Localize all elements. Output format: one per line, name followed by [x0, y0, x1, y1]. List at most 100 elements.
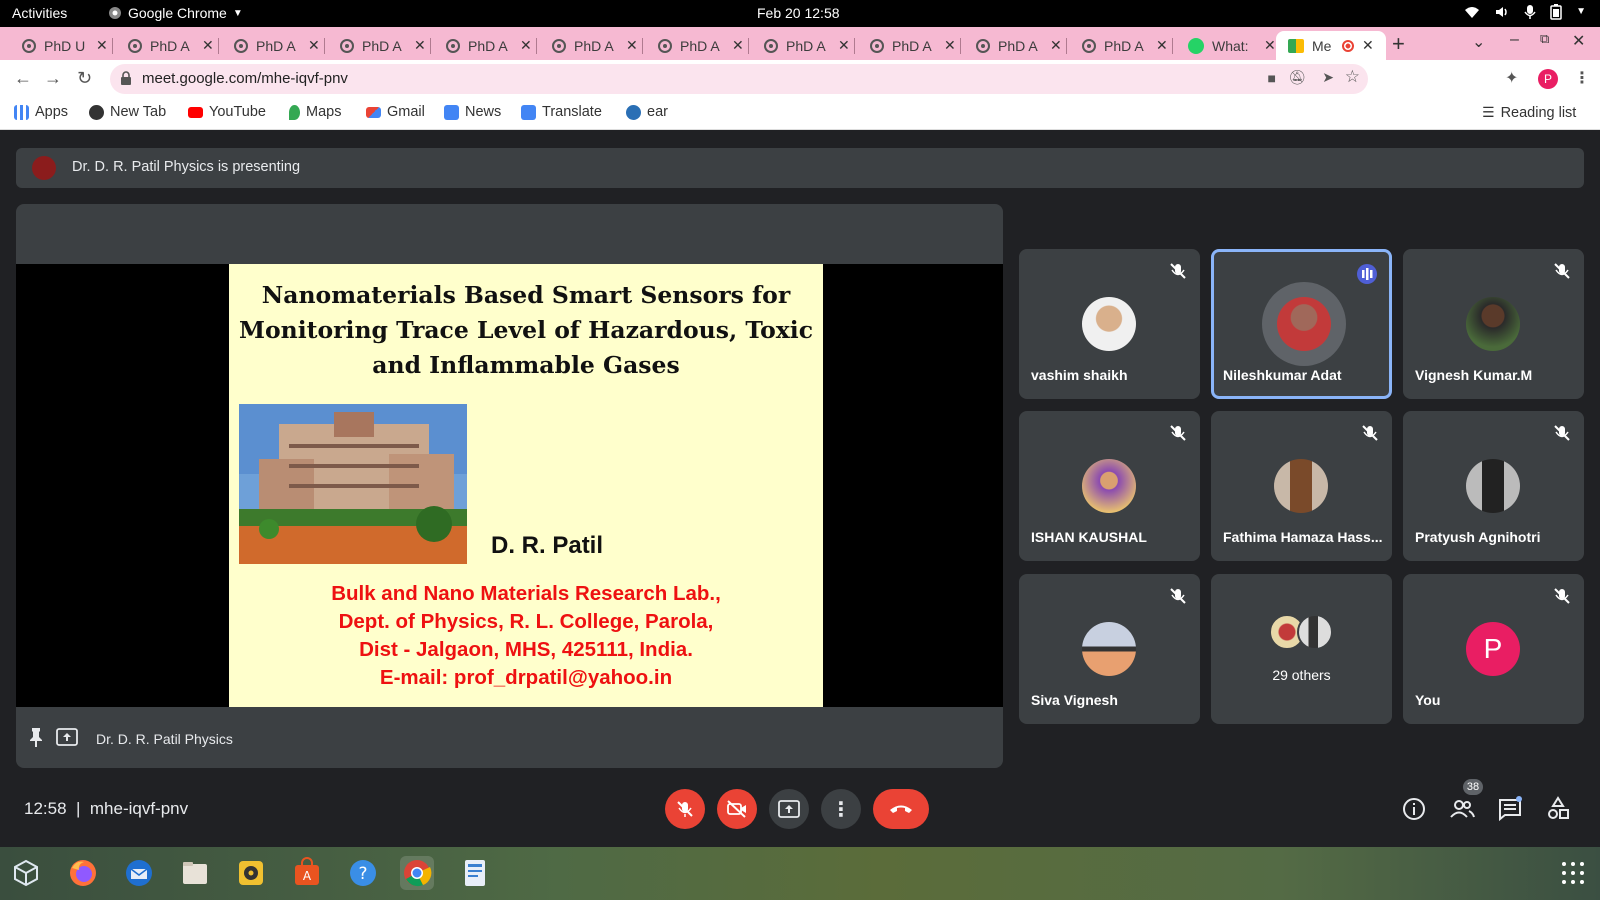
- bookmark-ear[interactable]: ear: [626, 104, 668, 120]
- bookmark-new-tab[interactable]: New Tab: [89, 104, 166, 120]
- tab-title: PhD U: [44, 37, 86, 54]
- browser-tab[interactable]: PhD A ✕: [116, 31, 219, 60]
- toggle-mic-button[interactable]: [665, 789, 705, 829]
- participant-tile-speaking[interactable]: Nileshkumar Adat: [1211, 249, 1392, 399]
- firefox-icon[interactable]: [66, 856, 100, 890]
- system-tray[interactable]: ▼: [1464, 4, 1586, 20]
- participant-tile[interactable]: Fathima Hamaza Hass...: [1211, 411, 1392, 561]
- files-icon[interactable]: [178, 856, 212, 890]
- bookmark-translate[interactable]: Translate: [521, 104, 602, 120]
- close-icon[interactable]: ✕: [732, 37, 744, 54]
- browser-tab-whatsapp[interactable]: What: ✕: [1176, 31, 1279, 60]
- bookmark-youtube[interactable]: YouTube: [188, 104, 266, 120]
- reading-list-icon: ☰: [1482, 104, 1495, 120]
- present-screen-icon: [778, 800, 800, 818]
- more-options-button[interactable]: ⋮: [821, 789, 861, 829]
- new-tab-button[interactable]: +: [1392, 31, 1405, 57]
- tab-title: PhD A: [468, 37, 508, 54]
- software-center-icon[interactable]: A: [290, 856, 324, 890]
- globe-icon: [234, 38, 248, 53]
- close-icon[interactable]: ✕: [202, 37, 214, 54]
- volume-icon: [1496, 7, 1507, 17]
- close-icon[interactable]: ✕: [308, 37, 320, 54]
- close-icon[interactable]: ✕: [1362, 37, 1374, 54]
- chrome-icon[interactable]: [400, 856, 434, 890]
- people-icon[interactable]: [1448, 795, 1476, 823]
- browser-tab[interactable]: PhD A ✕: [858, 31, 961, 60]
- self-tile[interactable]: P You: [1403, 574, 1584, 724]
- chat-icon[interactable]: [1496, 795, 1524, 823]
- presentation-tile[interactable]: Nanomaterials Based Smart Sensors for Mo…: [16, 204, 1003, 768]
- back-arrow-icon[interactable]: ←: [14, 68, 32, 89]
- close-icon[interactable]: ✕: [520, 37, 532, 54]
- present-now-button[interactable]: [769, 789, 809, 829]
- app-menu[interactable]: Google Chrome ▼: [108, 5, 243, 21]
- restore-button[interactable]: ⧉: [1540, 31, 1549, 47]
- forward-arrow-icon[interactable]: →: [44, 68, 62, 89]
- participant-name: Siva Vignesh: [1031, 692, 1118, 708]
- meeting-details-icon[interactable]: [1400, 795, 1428, 823]
- participant-tile[interactable]: Siva Vignesh: [1019, 574, 1200, 724]
- tab-title: PhD A: [1104, 37, 1144, 54]
- minimize-button[interactable]: –: [1510, 31, 1519, 49]
- browser-tab[interactable]: PhD A ✕: [752, 31, 855, 60]
- bookmark-news[interactable]: News: [444, 104, 501, 120]
- thunderbird-icon[interactable]: [122, 856, 156, 890]
- browser-tab[interactable]: PhD A ✕: [222, 31, 325, 60]
- browser-tab[interactable]: PhD U ✕: [10, 31, 113, 60]
- text-editor-icon[interactable]: [458, 856, 492, 890]
- bookmark-apps[interactable]: Apps: [14, 104, 68, 120]
- browser-tab[interactable]: PhD A ✕: [646, 31, 749, 60]
- camera-icon[interactable]: ■: [1268, 70, 1276, 86]
- globe-icon: [552, 38, 566, 53]
- participant-tile[interactable]: Vignesh Kumar.M: [1403, 249, 1584, 399]
- rhythmbox-icon[interactable]: [234, 856, 268, 890]
- leave-call-button[interactable]: [873, 789, 929, 829]
- window-close-button[interactable]: ✕: [1572, 31, 1585, 51]
- reload-icon[interactable]: ↻: [77, 68, 92, 89]
- browser-tab[interactable]: PhD A ✕: [540, 31, 643, 60]
- browser-tab[interactable]: PhD A ✕: [964, 31, 1067, 60]
- kebab-menu-icon[interactable]: ⋮: [1574, 68, 1590, 88]
- browser-tab-meet-active[interactable]: Me ✕: [1276, 31, 1386, 60]
- camera-off-icon: [727, 800, 746, 818]
- browser-tab[interactable]: PhD A ✕: [328, 31, 431, 60]
- lock-icon: [121, 71, 131, 85]
- activities-shapes-icon[interactable]: [1544, 795, 1572, 823]
- show-applications-icon[interactable]: [1556, 856, 1590, 890]
- tab-search-chevron-icon[interactable]: ⌄: [1472, 32, 1485, 52]
- address-bar[interactable]: meet.google.com/mhe-iqvf-pnv ■ 🔕︎ ➤ ☆: [110, 64, 1368, 94]
- toggle-camera-button[interactable]: [717, 789, 757, 829]
- close-icon[interactable]: ✕: [96, 37, 108, 54]
- reading-list-button[interactable]: ☰ Reading list: [1482, 104, 1576, 121]
- close-icon[interactable]: ✕: [1050, 37, 1062, 54]
- profile-avatar[interactable]: P: [1538, 69, 1558, 89]
- others-count: 29 others: [1272, 667, 1331, 683]
- notifications-off-icon[interactable]: 🔕︎: [1288, 69, 1306, 86]
- browser-tab[interactable]: PhD A ✕: [434, 31, 537, 60]
- close-icon[interactable]: ✕: [1156, 37, 1168, 54]
- recording-icon: [1342, 39, 1354, 52]
- close-icon[interactable]: ✕: [944, 37, 956, 54]
- globe-icon: [22, 38, 36, 53]
- browser-tab[interactable]: PhD A ✕: [1070, 31, 1173, 60]
- send-icon[interactable]: ➤: [1322, 69, 1334, 86]
- close-icon[interactable]: ✕: [414, 37, 426, 54]
- help-icon[interactable]: ?: [346, 856, 380, 890]
- star-icon[interactable]: ☆: [1345, 67, 1360, 87]
- participant-tile[interactable]: Pratyush Agnihotri: [1403, 411, 1584, 561]
- close-icon[interactable]: ✕: [838, 37, 850, 54]
- mic-off-icon: [1170, 588, 1186, 604]
- bookmark-gmail[interactable]: Gmail: [366, 104, 425, 120]
- participant-tile[interactable]: ISHAN KAUSHAL: [1019, 411, 1200, 561]
- extensions-icon[interactable]: ✦: [1505, 68, 1518, 88]
- activities-button[interactable]: Activities: [12, 5, 67, 21]
- system-clock[interactable]: Feb 20 12:58: [757, 5, 840, 21]
- close-icon[interactable]: ✕: [626, 37, 638, 54]
- close-icon[interactable]: ✕: [1264, 37, 1276, 54]
- others-tile[interactable]: 29 others: [1211, 574, 1392, 724]
- bookmark-maps[interactable]: Maps: [289, 104, 341, 120]
- participant-tile[interactable]: vashim shaikh: [1019, 249, 1200, 399]
- box-app-icon[interactable]: [9, 856, 43, 890]
- pin-icon[interactable]: [28, 727, 44, 747]
